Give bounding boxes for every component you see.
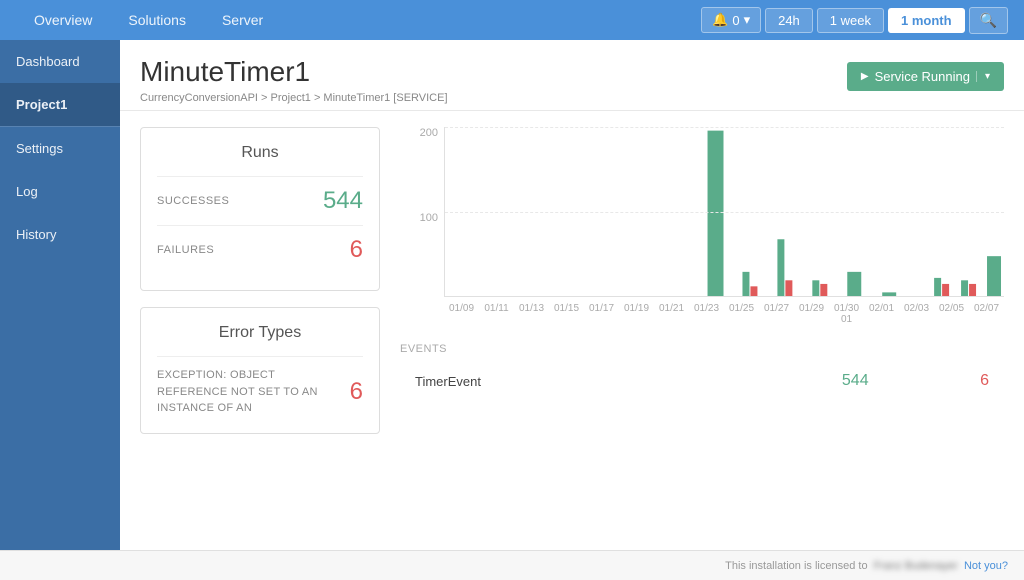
not-you-link[interactable]: Not you? xyxy=(964,560,1008,572)
time-24h-button[interactable]: 24h xyxy=(765,8,813,33)
table-row: TimerEvent 544 6 xyxy=(401,362,1004,401)
x-label-0203: 02/03 xyxy=(899,303,934,314)
runs-title: Runs xyxy=(157,144,363,162)
bell-button[interactable]: 🔔 0 ▾ xyxy=(701,7,761,33)
sidebar-item-project1[interactable]: Project1 xyxy=(0,83,120,126)
bell-icon: 🔔 xyxy=(712,12,728,28)
event-failures: 6 xyxy=(883,362,1004,401)
nav-right: 🔔 0 ▾ 24h 1 week 1 month 🔍 xyxy=(701,7,1008,34)
nav-server[interactable]: Server xyxy=(204,0,281,40)
sidebar-item-history[interactable]: History xyxy=(0,213,120,256)
x-label-0115: 01/15 xyxy=(549,303,584,314)
y-label-100: 100 xyxy=(420,212,438,224)
footer: This installation is licensed to Franz B… xyxy=(0,550,1024,580)
x-label-0130: 01/30 01 xyxy=(829,303,864,325)
y-axis: 200 100 xyxy=(400,127,444,297)
error-count: 6 xyxy=(350,378,363,406)
main-layout: Dashboard Project1 Settings Log History … xyxy=(0,40,1024,580)
chart-container: 200 100 xyxy=(400,127,1004,327)
left-column: Runs SUCCESSES 544 FAILURES 6 Error Type… xyxy=(140,127,380,434)
x-label-0123: 01/23 xyxy=(689,303,724,314)
error-row: EXCEPTION: OBJECT REFERENCE NOT SET TO A… xyxy=(157,356,363,417)
top-nav: Overview Solutions Server 🔔 0 ▾ 24h 1 we… xyxy=(0,0,1024,40)
x-label-0127: 01/27 xyxy=(759,303,794,314)
events-section: EVENTS TimerEvent 544 6 xyxy=(400,343,1004,401)
successes-row: SUCCESSES 544 xyxy=(157,176,363,225)
error-description: EXCEPTION: OBJECT REFERENCE NOT SET TO A… xyxy=(157,367,338,417)
event-name: TimerEvent xyxy=(401,362,706,401)
x-label-0205: 02/05 xyxy=(934,303,969,314)
service-status-label: Service Running xyxy=(875,69,970,84)
x-label-0117: 01/17 xyxy=(584,303,619,314)
event-successes: 544 xyxy=(706,362,883,401)
right-column: 200 100 xyxy=(400,127,1004,434)
license-text: This installation is licensed to xyxy=(725,560,867,572)
sidebar-item-settings[interactable]: Settings xyxy=(0,127,120,170)
x-label-0109: 01/09 xyxy=(444,303,479,314)
sidebar-item-log[interactable]: Log xyxy=(0,170,120,213)
x-label-0119: 01/19 xyxy=(619,303,654,314)
failures-label: FAILURES xyxy=(157,244,214,256)
successes-value: 544 xyxy=(323,187,363,215)
sidebar-item-dashboard[interactable]: Dashboard xyxy=(0,40,120,83)
runs-card: Runs SUCCESSES 544 FAILURES 6 xyxy=(140,127,380,291)
page-title: MinuteTimer1 xyxy=(140,56,448,88)
content-area: MinuteTimer1 CurrencyConversionAPI > Pro… xyxy=(120,40,1024,580)
x-label-0125: 01/25 xyxy=(724,303,759,314)
nav-links: Overview Solutions Server xyxy=(16,0,701,40)
service-status-button[interactable]: ▶ Service Running ▾ xyxy=(847,62,1004,91)
failures-row: FAILURES 6 xyxy=(157,225,363,274)
header-left: MinuteTimer1 CurrencyConversionAPI > Pro… xyxy=(140,56,448,104)
grid-line-mid xyxy=(445,212,1004,213)
x-label-0113: 01/13 xyxy=(514,303,549,314)
nav-overview[interactable]: Overview xyxy=(16,0,110,40)
time-1week-button[interactable]: 1 week xyxy=(817,8,884,33)
bell-count: 0 xyxy=(732,13,739,28)
events-label: EVENTS xyxy=(400,343,1004,355)
service-caret-icon: ▾ xyxy=(976,71,990,82)
bell-caret: ▾ xyxy=(744,12,751,28)
nav-solutions[interactable]: Solutions xyxy=(110,0,204,40)
body-area: Runs SUCCESSES 544 FAILURES 6 Error Type… xyxy=(120,111,1024,450)
x-label-0121: 01/21 xyxy=(654,303,689,314)
error-types-title: Error Types xyxy=(157,324,363,342)
company-name: Franz Budenayer xyxy=(874,560,958,572)
y-label-200: 200 xyxy=(420,127,438,139)
x-label-0201: 02/01 xyxy=(864,303,899,314)
search-button[interactable]: 🔍 xyxy=(969,7,1008,34)
page-header: MinuteTimer1 CurrencyConversionAPI > Pro… xyxy=(120,40,1024,111)
error-types-card: Error Types EXCEPTION: OBJECT REFERENCE … xyxy=(140,307,380,434)
grid-line-top xyxy=(445,127,1004,128)
x-label-0129: 01/29 xyxy=(794,303,829,314)
successes-label: SUCCESSES xyxy=(157,195,229,207)
failures-value: 6 xyxy=(350,236,363,264)
time-1month-button[interactable]: 1 month xyxy=(888,8,965,33)
events-table: TimerEvent 544 6 xyxy=(400,361,1004,401)
chart-bars-area xyxy=(444,127,1004,297)
x-label-0207: 02/07 xyxy=(969,303,1004,314)
play-icon: ▶ xyxy=(861,71,869,82)
breadcrumb: CurrencyConversionAPI > Project1 > Minut… xyxy=(140,92,448,104)
x-axis: 01/09 01/11 01/13 01/15 01/17 01/19 01/2… xyxy=(444,299,1004,327)
sidebar: Dashboard Project1 Settings Log History xyxy=(0,40,120,580)
x-label-0111: 01/11 xyxy=(479,303,514,314)
